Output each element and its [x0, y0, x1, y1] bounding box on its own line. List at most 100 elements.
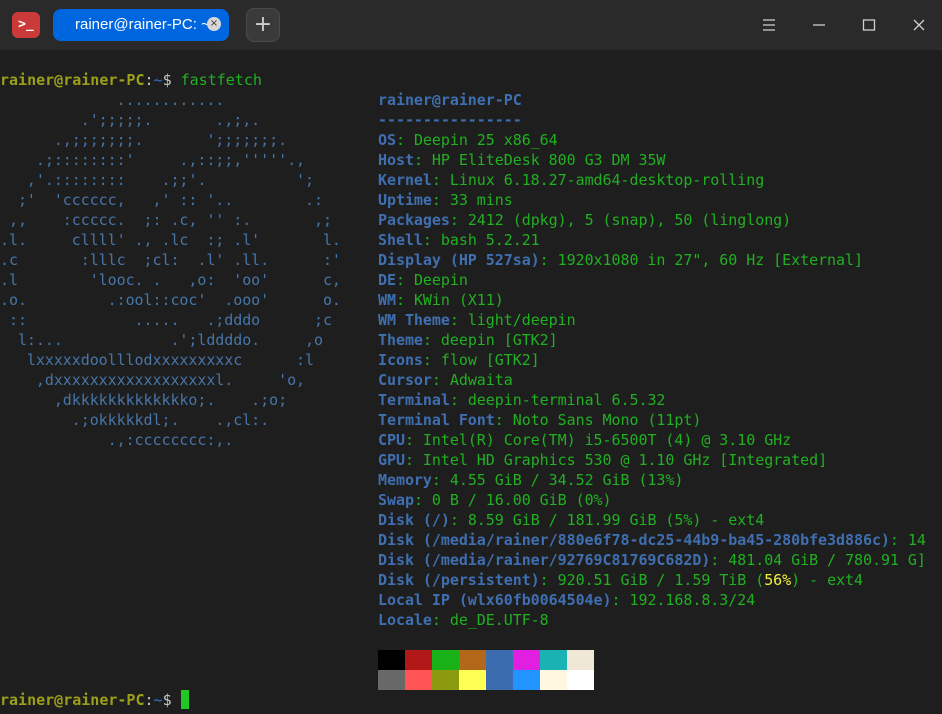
color-swatch	[378, 650, 405, 670]
info-key: Uptime	[378, 191, 432, 209]
logo-line: .l 'looc. . ,o: 'oo' c,	[0, 271, 341, 289]
logo-line: .o. .:ool::coc' .ooo' o.	[0, 291, 341, 309]
info-row: Packages: 2412 (dpkg), 5 (snap), 50 (lin…	[378, 211, 792, 229]
color-swatch	[459, 650, 486, 670]
logo-line: .l. cllll' ., .lc :; .l' l.	[0, 231, 341, 249]
info-value: 33 mins	[449, 191, 513, 209]
info-row: Display (HP 527sa): 1920x1080 in 27", 60…	[378, 251, 863, 269]
info-value: 4.55 GiB / 34.52 GiB (13%)	[449, 471, 684, 489]
info-key: WM Theme	[378, 311, 450, 329]
logo-line: .c :lllc ;cl: .l' .ll. :'	[0, 251, 341, 269]
info-value: 192.168.8.3/24	[629, 591, 756, 609]
info-row: CPU: Intel(R) Core(TM) i5-6500T (4) @ 3.…	[378, 431, 792, 449]
color-swatch	[567, 650, 594, 670]
info-key: Theme	[378, 331, 423, 349]
info-value: Deepin 25 x86_64	[413, 131, 558, 149]
logo-line: ............	[0, 91, 225, 109]
info-key: Disk (/media/rainer/92769C81769C682D)	[378, 551, 711, 569]
logo-line: ,, :ccccc. ;: .c, '' :. ,;	[0, 211, 332, 229]
info-row: Disk (/persistent): 920.51 GiB / 1.59 Ti…	[378, 571, 863, 589]
terminal-output[interactable]: rainer@rainer-PC:~$ fastfetch ..........…	[0, 70, 942, 714]
info-row: Terminal: deepin-terminal 6.5.32	[378, 391, 666, 409]
info-row: Local IP (wlx60fb0064504e): 192.168.8.3/…	[378, 591, 756, 609]
info-row: DE: Deepin	[378, 271, 468, 289]
color-palette	[378, 650, 594, 690]
close-tab-icon[interactable]: ×	[207, 17, 221, 31]
info-key: Memory	[378, 471, 432, 489]
info-value: deepin [GTK2]	[440, 331, 558, 349]
logo-line: ;' 'cccccc, ,' :: '.. .:	[0, 191, 323, 209]
info-key: Packages	[378, 211, 450, 229]
logo-line: ,dkkkkkkkkkkkkko;. .;o;	[0, 391, 288, 409]
text-cursor	[180, 690, 189, 709]
tab-terminal[interactable]: rainer@rainer-PC: ~ ×	[53, 9, 229, 41]
tab-title: rainer@rainer-PC: ~	[75, 16, 207, 33]
info-row: OS: Deepin 25 x86_64	[378, 131, 558, 149]
info-row: Icons: flow [GTK2]	[378, 351, 540, 369]
info-row: Shell: bash 5.2.21	[378, 231, 540, 249]
prompt-dir: ~	[153, 691, 163, 709]
close-icon[interactable]	[906, 12, 932, 38]
prompt-line: rainer@rainer-PC:~$ fastfetch	[0, 70, 262, 90]
color-swatch	[513, 670, 540, 690]
logo-line: lxxxxxdoolllodxxxxxxxxxc :l	[0, 351, 314, 369]
logo-line: .';;;;;. .,;,.	[0, 111, 261, 129]
info-key: Display (HP 527sa)	[378, 251, 540, 269]
info-row: Disk (/media/rainer/92769C81769C682D): 4…	[378, 551, 926, 569]
info-key: Kernel	[378, 171, 432, 189]
info-key: OS	[378, 131, 396, 149]
info-row: Uptime: 33 mins	[378, 191, 513, 209]
new-tab-button[interactable]: +	[246, 8, 280, 42]
info-value: 0 B / 16.00 GiB (0%)	[431, 491, 612, 509]
prompt-colon: :	[144, 691, 154, 709]
maximize-icon[interactable]	[856, 12, 882, 38]
info-row: WM: KWin (X11)	[378, 291, 504, 309]
info-key: Terminal Font	[378, 411, 495, 429]
terminal-app-icon[interactable]: >_	[12, 12, 40, 38]
logo-line: .,:cccccccc:,.	[0, 431, 234, 449]
prompt-dollar: $	[162, 691, 172, 709]
info-row: Cursor: Adwaita	[378, 371, 513, 389]
info-key: Disk (/persistent)	[378, 571, 540, 589]
info-value: Linux 6.18.27-amd64-desktop-rolling	[449, 171, 765, 189]
info-value: 481.04 GiB / 780.91 G]	[728, 551, 926, 569]
color-swatch	[540, 650, 567, 670]
info-key: Cursor	[378, 371, 432, 389]
info-separator: ----------------	[378, 111, 522, 129]
color-swatch	[513, 650, 540, 670]
info-row: Theme: deepin [GTK2]	[378, 331, 558, 349]
prompt-dollar: $	[162, 71, 172, 89]
minimize-icon[interactable]	[806, 12, 832, 38]
info-value: de_DE.UTF-8	[449, 611, 549, 629]
info-value: Intel HD Graphics 530 @ 1.10 GHz [Integr…	[422, 451, 828, 469]
logo-line: .;okkkkkdl;. .,cl:.	[0, 411, 270, 429]
info-value: ) - ext4	[791, 571, 863, 589]
info-value: 14	[907, 531, 926, 549]
info-value: KWin (X11)	[413, 291, 504, 309]
info-value: Noto Sans Mono (11pt)	[512, 411, 702, 429]
info-row: Terminal Font: Noto Sans Mono (11pt)	[378, 411, 702, 429]
info-value: 920.51 GiB / 1.59 TiB (	[557, 571, 765, 589]
info-value: Intel(R) Core(TM) i5-6500T (4) @ 3.10 GH…	[422, 431, 792, 449]
color-swatch	[405, 650, 432, 670]
info-value: 8.59 GiB / 181.99 GiB (5%) - ext4	[467, 511, 765, 529]
logo-line: l:... .';lddddo. ,o	[0, 331, 323, 349]
info-key: Disk (/media/rainer/880e6f78-dc25-44b9-b…	[378, 531, 890, 549]
info-row: Locale: de_DE.UTF-8	[378, 611, 549, 629]
info-value: Adwaita	[449, 371, 513, 389]
color-swatch	[405, 670, 432, 690]
info-row: WM Theme: light/deepin	[378, 311, 576, 329]
info-key: CPU	[378, 431, 405, 449]
info-value-highlight: 56%	[764, 571, 792, 589]
logo-line: .;::::::::' .,::;;,'''''.,	[0, 151, 306, 169]
info-key: GPU	[378, 451, 405, 469]
info-value: bash 5.2.21	[440, 231, 540, 249]
info-value: flow [GTK2]	[440, 351, 540, 369]
menu-icon[interactable]	[756, 12, 782, 38]
color-swatch	[567, 670, 594, 690]
info-key: WM	[378, 291, 396, 309]
color-swatch	[540, 670, 567, 690]
logo-line: .,;;;;;;;. ';;;;;;;.	[0, 131, 288, 149]
info-value: Deepin	[413, 271, 468, 289]
prompt-command: fastfetch	[180, 71, 262, 89]
